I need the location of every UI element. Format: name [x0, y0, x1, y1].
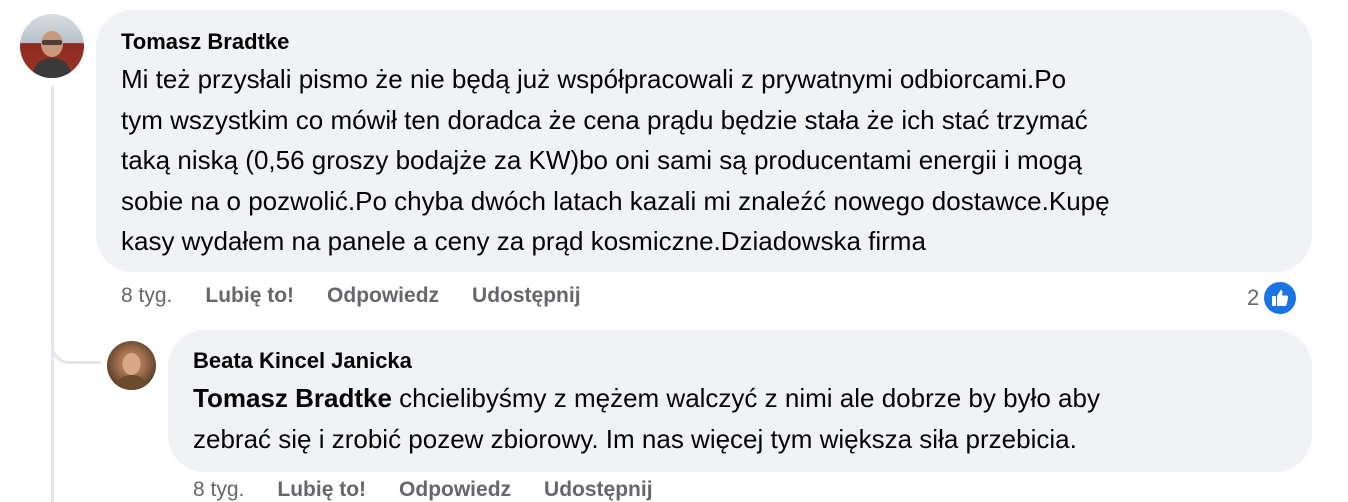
- avatar[interactable]: [20, 14, 84, 78]
- reaction-summary[interactable]: 2: [1247, 280, 1299, 316]
- comment-text-line: tym wszystkim co mówił ten doradca że ce…: [121, 104, 1088, 135]
- like-button[interactable]: Lubię to!: [277, 478, 366, 502]
- comment-text-line: kasy wydałem na panele a ceny za prąd ko…: [121, 226, 926, 256]
- reply-text-fragment: chcielibyśmy z mężem walczyć z nimi ale …: [391, 383, 1100, 413]
- mention-link[interactable]: Tomasz Bradtke: [193, 383, 392, 413]
- reply-button[interactable]: Odpowiedz: [399, 478, 511, 502]
- comment-timestamp[interactable]: 8 tyg.: [121, 284, 172, 308]
- share-button[interactable]: Udostępnij: [472, 284, 581, 308]
- reply-timestamp[interactable]: 8 tyg.: [193, 478, 244, 502]
- comment-text: Mi też przysłali pismo że nie będą już w…: [121, 59, 1110, 262]
- comment-text-line: taką niską (0,56 groszy bodajże za KW)bo…: [121, 145, 1083, 175]
- avatar[interactable]: [107, 341, 156, 390]
- reply-actions: 8 tyg. Lubię to! Odpowiedz Udostępnij: [193, 478, 653, 502]
- reaction-count: 2: [1247, 285, 1260, 310]
- comment-author[interactable]: Tomasz Bradtke: [121, 29, 289, 55]
- reply-text-line: Tomasz Bradtke chcielibyśmy z mężem walc…: [193, 378, 1100, 419]
- comment-text-line: Mi też przysłali pismo że nie będą już w…: [121, 64, 1067, 94]
- reply-connector: [51, 318, 101, 364]
- reply-button[interactable]: Odpowiedz: [327, 284, 439, 308]
- reply-author[interactable]: Beata Kincel Janicka: [193, 348, 412, 374]
- person-icon: [32, 31, 72, 78]
- person-icon: [115, 353, 148, 390]
- reply-text: Tomasz Bradtke chcielibyśmy z mężem walc…: [193, 378, 1100, 459]
- comment-actions: 8 tyg. Lubię to! Odpowiedz Udostępnij: [121, 284, 581, 308]
- thread-line: [51, 86, 54, 502]
- like-thumb-icon: [1262, 280, 1299, 316]
- comment-text-line: sobie na o pozwolić.Po chyba dwóch latac…: [121, 185, 1110, 216]
- share-button[interactable]: Udostępnij: [544, 478, 653, 502]
- reply-text-line: zebrać się i zrobić pozew zbiorowy. Im n…: [193, 423, 1077, 454]
- like-button[interactable]: Lubię to!: [205, 284, 294, 308]
